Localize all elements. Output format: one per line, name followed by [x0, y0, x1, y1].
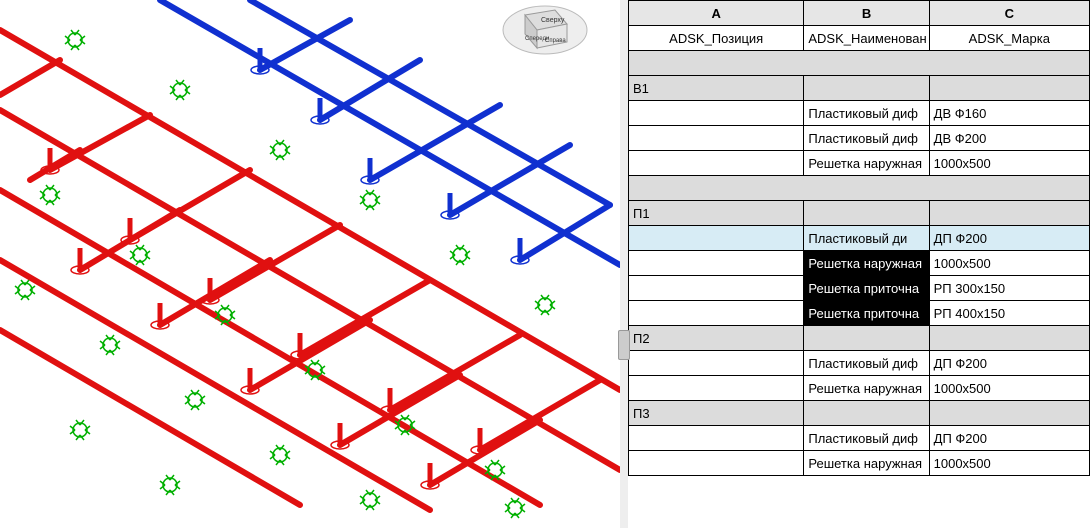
header-C[interactable]: ADSK_Марка	[929, 26, 1089, 51]
group-row[interactable]: П3	[629, 401, 1090, 426]
cell-C[interactable]: ДВ Ф200	[929, 126, 1089, 151]
cell-A[interactable]: П1	[629, 201, 804, 226]
table-row[interactable]: Пластиковый дифДВ Ф160	[629, 101, 1090, 126]
cell-B[interactable]: Решетка приточна	[804, 276, 929, 301]
cell-C[interactable]	[929, 401, 1089, 426]
table-row[interactable]: Решетка наружная1000х500	[629, 251, 1090, 276]
group-row[interactable]: П2	[629, 326, 1090, 351]
cell-A[interactable]: П3	[629, 401, 804, 426]
table-row[interactable]: Решетка наружная1000х500	[629, 376, 1090, 401]
cell-B[interactable]	[804, 401, 929, 426]
table-row[interactable]: Решетка приточнаРП 300х150	[629, 276, 1090, 301]
cell-B[interactable]: Решетка наружная	[804, 151, 929, 176]
table-row[interactable]: Решетка приточнаРП 400х150	[629, 301, 1090, 326]
splitter-handle[interactable]	[618, 330, 630, 360]
cell-B[interactable]: Решетка наружная	[804, 451, 929, 476]
cell-C[interactable]	[929, 326, 1089, 351]
group-row[interactable]: В1	[629, 76, 1090, 101]
table-body: В1Пластиковый дифДВ Ф160Пластиковый дифД…	[629, 51, 1090, 476]
cell-A[interactable]	[629, 351, 804, 376]
cell-A[interactable]: В1	[629, 76, 804, 101]
table-row[interactable]: Пластиковый диДП Ф200	[629, 226, 1090, 251]
cell-B[interactable]: Решетка приточна	[804, 301, 929, 326]
cell-B[interactable]: Пластиковый диф	[804, 426, 929, 451]
cell-A[interactable]	[629, 226, 804, 251]
schedule-table-pane[interactable]: A B C ADSK_Позиция ADSK_Наименован ADSK_…	[628, 0, 1090, 528]
blank-cell	[629, 176, 1090, 201]
cell-B[interactable]: Пластиковый диф	[804, 351, 929, 376]
cell-C[interactable]: ДВ Ф160	[929, 101, 1089, 126]
blank-cell	[629, 51, 1090, 76]
cell-B[interactable]	[804, 76, 929, 101]
col-letter-B[interactable]: B	[804, 1, 929, 26]
svg-text:Сверху: Сверху	[541, 17, 565, 24]
cell-C[interactable]: 1000х500	[929, 451, 1089, 476]
column-header-row: ADSK_Позиция ADSK_Наименован ADSK_Марка	[629, 26, 1090, 51]
cell-C[interactable]	[929, 76, 1089, 101]
cell-B[interactable]: Пластиковый диф	[804, 101, 929, 126]
cell-B[interactable]	[804, 326, 929, 351]
cell-C[interactable]	[929, 201, 1089, 226]
blank-row[interactable]	[629, 176, 1090, 201]
isometric-piping	[0, 0, 620, 528]
cell-C[interactable]: ДП Ф200	[929, 226, 1089, 251]
cell-C[interactable]: 1000х500	[929, 151, 1089, 176]
cell-A[interactable]: П2	[629, 326, 804, 351]
cell-A[interactable]	[629, 276, 804, 301]
cell-A[interactable]	[629, 426, 804, 451]
cell-C[interactable]: 1000х500	[929, 376, 1089, 401]
cell-B[interactable]: Пластиковый ди	[804, 226, 929, 251]
table-row[interactable]: Пластиковый дифДП Ф200	[629, 351, 1090, 376]
cell-B[interactable]: Решетка наружная	[804, 376, 929, 401]
cell-C[interactable]: РП 300х150	[929, 276, 1089, 301]
table-row[interactable]: Решетка наружная1000х500	[629, 151, 1090, 176]
cell-A[interactable]	[629, 301, 804, 326]
col-letter-A[interactable]: A	[629, 1, 804, 26]
svg-text:Справа: Справа	[545, 38, 566, 44]
column-letter-row: A B C	[629, 1, 1090, 26]
table-row[interactable]: Пластиковый дифДП Ф200	[629, 426, 1090, 451]
table-row[interactable]: Пластиковый дифДВ Ф200	[629, 126, 1090, 151]
group-row[interactable]: П1	[629, 201, 1090, 226]
cell-B[interactable]	[804, 201, 929, 226]
cell-C[interactable]: ДП Ф200	[929, 351, 1089, 376]
cell-C[interactable]: РП 400х150	[929, 301, 1089, 326]
cell-A[interactable]	[629, 251, 804, 276]
cell-B[interactable]: Пластиковый диф	[804, 126, 929, 151]
cell-A[interactable]	[629, 451, 804, 476]
cell-A[interactable]	[629, 376, 804, 401]
header-A[interactable]: ADSK_Позиция	[629, 26, 804, 51]
cell-C[interactable]: 1000х500	[929, 251, 1089, 276]
cell-C[interactable]: ДП Ф200	[929, 426, 1089, 451]
cell-A[interactable]	[629, 101, 804, 126]
cell-B[interactable]: Решетка наружная	[804, 251, 929, 276]
col-letter-C[interactable]: C	[929, 1, 1089, 26]
viewcube[interactable]: Сверху Спереди Справа	[495, 0, 595, 60]
header-B[interactable]: ADSK_Наименован	[804, 26, 929, 51]
schedule-table[interactable]: A B C ADSK_Позиция ADSK_Наименован ADSK_…	[628, 0, 1090, 476]
pane-splitter[interactable]	[620, 0, 628, 528]
table-row[interactable]: Решетка наружная1000х500	[629, 451, 1090, 476]
cell-A[interactable]	[629, 151, 804, 176]
blank-row[interactable]	[629, 51, 1090, 76]
cell-A[interactable]	[629, 126, 804, 151]
viewport-3d[interactable]: Сверху Спереди Справа	[0, 0, 620, 528]
